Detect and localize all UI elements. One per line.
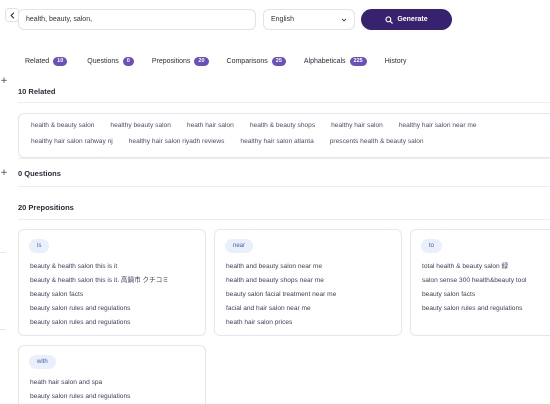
preposition-item[interactable]: beauty salon rules and regulations: [30, 393, 130, 400]
keyword-input[interactable]: health, beauty, salon,: [18, 9, 256, 30]
chevron-left-icon: [10, 11, 14, 19]
section-divider: [18, 219, 550, 220]
related-keyword[interactable]: health & beauty salon: [31, 122, 94, 129]
count-badge: 20: [194, 56, 209, 66]
rail-divider: [0, 329, 6, 330]
tab-comparisons[interactable]: Comparisons 25: [220, 52, 293, 70]
preposition-label: near: [225, 239, 254, 253]
generate-button-label: Generate: [397, 16, 428, 23]
back-button[interactable]: [5, 8, 19, 22]
preposition-item[interactable]: heath hair salon prices: [226, 319, 336, 326]
preposition-label: to: [421, 239, 443, 253]
tab-label: Comparisons: [226, 57, 268, 65]
count-badge: 225: [349, 56, 367, 66]
preposition-item[interactable]: beauty salon rules and regulations: [30, 319, 169, 326]
questions-section-title: 0 Questions: [18, 169, 61, 178]
tab-label: Prepositions: [151, 57, 191, 65]
related-keyword[interactable]: healthy hair salon: [331, 122, 383, 129]
preposition-label: is: [29, 239, 50, 253]
count-badge: 0: [122, 56, 134, 66]
preposition-item[interactable]: beauty salon facts: [422, 291, 526, 298]
preposition-item[interactable]: beauty salon facts: [30, 291, 169, 298]
related-section-title: 10 Related: [18, 87, 56, 96]
tab-related[interactable]: Related 10: [18, 52, 74, 70]
count-badge: 25: [271, 56, 286, 66]
preposition-item[interactable]: health and beauty salon near me: [226, 263, 336, 270]
chevron-down-icon: [341, 18, 347, 21]
prepositions-section-title: 20 Prepositions: [18, 203, 74, 212]
expand-plus-icon[interactable]: +: [0, 77, 8, 86]
tab-label: History: [384, 57, 407, 65]
related-keyword[interactable]: healthy hair salon atlanta: [240, 138, 313, 145]
rail-divider: [0, 252, 6, 253]
related-keyword[interactable]: heath hair salon: [187, 122, 234, 129]
preposition-label: with: [29, 355, 56, 369]
preposition-item[interactable]: salon sense 300 health&beauty tool: [422, 277, 526, 284]
related-keyword[interactable]: healthy beauty salon: [110, 122, 171, 129]
related-keyword[interactable]: healthy hair salon riyadh reviews: [129, 138, 225, 145]
search-icon: [385, 15, 394, 24]
tab-label: Questions: [87, 57, 119, 65]
count-badge: 10: [53, 56, 68, 66]
tab-label: Alphabeticals: [303, 57, 346, 65]
expand-plus-icon[interactable]: +: [0, 169, 8, 178]
preposition-item[interactable]: beauty salon rules and regulations: [30, 305, 169, 312]
section-divider: [18, 186, 550, 187]
preposition-card-to: to total health & beauty salon 緑 salon s…: [410, 229, 550, 336]
preposition-item[interactable]: heath hair salon and spa: [30, 379, 130, 386]
preposition-item[interactable]: total health & beauty salon 緑: [422, 263, 526, 270]
left-rail: + +: [0, 0, 10, 404]
language-select-value: English: [271, 16, 294, 23]
related-keyword[interactable]: healthy hair salon near me: [399, 122, 477, 129]
related-keyword[interactable]: healthy hair salon rahway nj: [31, 138, 113, 145]
preposition-item[interactable]: facial and hair salon near me: [226, 305, 336, 312]
related-keyword[interactable]: prescents health & beauty salon: [330, 138, 424, 145]
preposition-item[interactable]: beauty salon facial treatment near me: [226, 291, 336, 298]
section-divider: [18, 158, 550, 159]
preposition-item[interactable]: beauty & health salon this is it: [30, 263, 169, 270]
tab-prepositions[interactable]: Prepositions 20: [145, 52, 216, 70]
language-select[interactable]: English: [263, 9, 355, 30]
keyword-input-value: health, beauty, salon,: [26, 16, 93, 23]
preposition-card-near: near health and beauty salon near me hea…: [214, 229, 402, 336]
result-tabs: Related 10 Questions 0 Prepositions 20 C…: [18, 52, 414, 70]
tab-label: Related: [25, 57, 50, 65]
tab-questions[interactable]: Questions 0: [80, 52, 141, 70]
related-keyword[interactable]: health & beauty shops: [250, 122, 315, 129]
section-divider: [18, 102, 550, 103]
related-keywords-panel: health & beauty salon healthy beauty sal…: [18, 113, 550, 158]
generate-button[interactable]: Generate: [361, 9, 452, 30]
preposition-card-with: with heath hair salon and spa beauty sal…: [18, 345, 206, 404]
preposition-item[interactable]: health and beauty shops near me: [226, 277, 336, 284]
tab-history[interactable]: History: [378, 52, 414, 70]
preposition-item[interactable]: beauty & health salon this is it. 高鍋市 クチ…: [30, 277, 169, 284]
tab-alphabeticals[interactable]: Alphabeticals 225: [297, 52, 374, 70]
preposition-card-is: is beauty & health salon this is it beau…: [18, 229, 206, 336]
preposition-item[interactable]: beauty salon rules and regulations: [422, 305, 526, 312]
